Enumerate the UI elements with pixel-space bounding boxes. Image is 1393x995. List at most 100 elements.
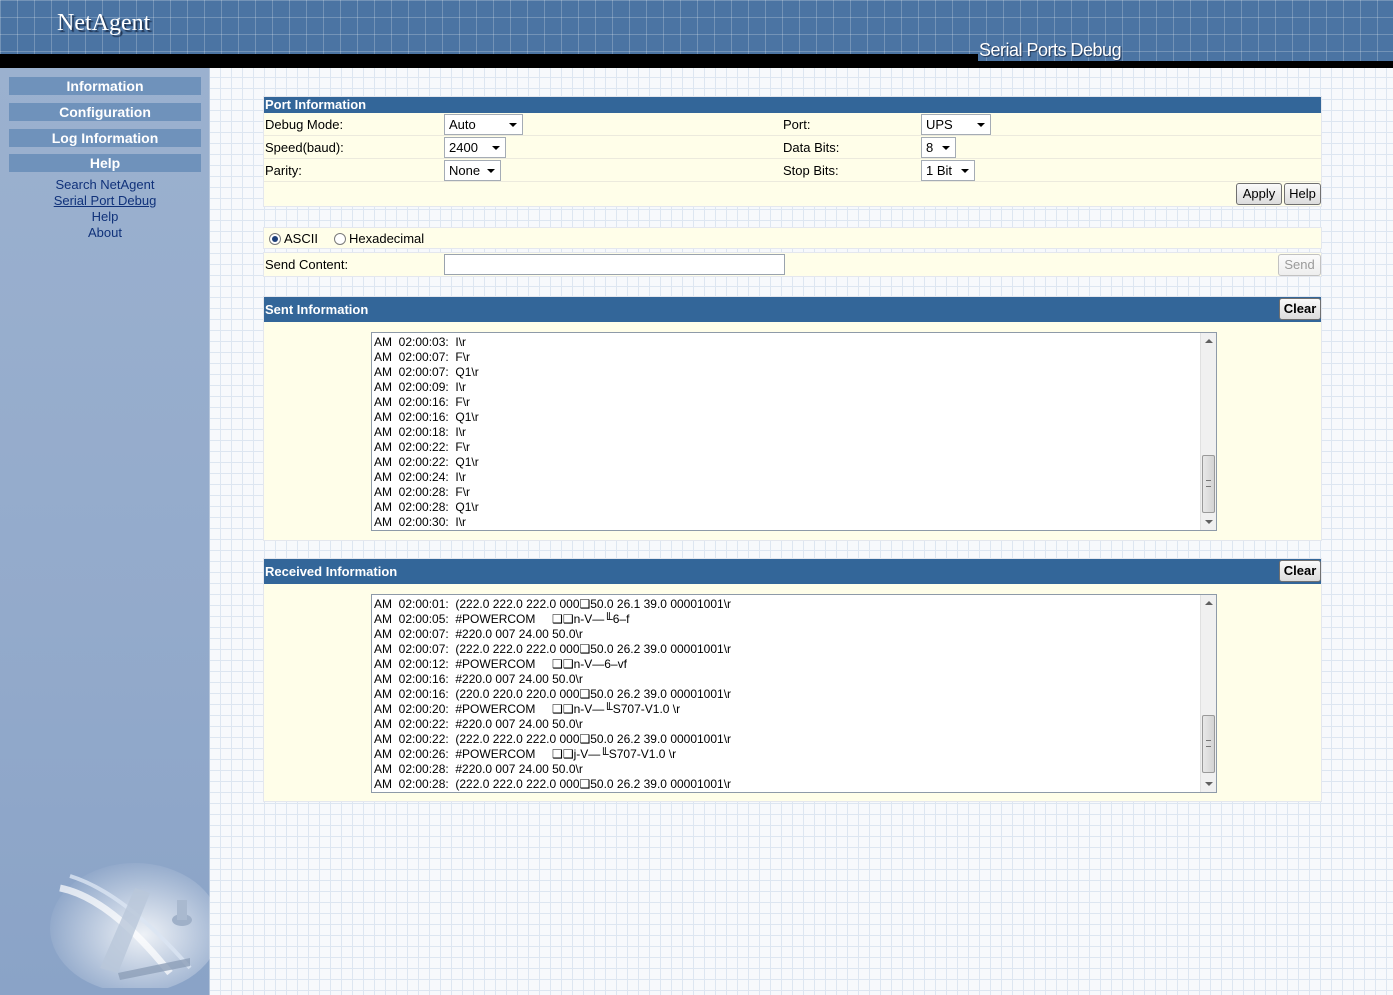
hexadecimal-radio[interactable] bbox=[334, 233, 346, 245]
sent-log-lines: AM 02:00:03: I\r AM 02:00:07: F\r AM 02:00… bbox=[374, 335, 1199, 530]
send-content-row: Send Content: Send bbox=[263, 252, 1322, 277]
received-log-line: AM 02:00:28: #220.0 007 24.00 50.0\r bbox=[374, 762, 583, 776]
debug-mode-label: Debug Mode: bbox=[265, 117, 344, 132]
submenu-search-netagent[interactable]: Search NetAgent bbox=[0, 177, 210, 193]
sent-log-line: AM 02:00:24: I\r bbox=[374, 470, 467, 484]
menu-help[interactable]: Help bbox=[9, 154, 201, 172]
netagent-logo: NetAgent bbox=[57, 10, 151, 36]
row-debug-mode: Debug Mode: Auto Port: UPS bbox=[264, 113, 1321, 136]
row-speed: Speed(baud): 2400 Data Bits: 8 bbox=[264, 136, 1321, 159]
debug-mode-select[interactable]: Auto bbox=[444, 114, 523, 135]
data-bits-value: 8 bbox=[926, 140, 934, 155]
apply-button[interactable]: Apply bbox=[1236, 183, 1282, 205]
menu-log-information[interactable]: Log Information bbox=[9, 129, 201, 147]
stop-bits-value: 1 Bit bbox=[926, 163, 953, 178]
scroll-thumb[interactable] bbox=[1202, 715, 1215, 773]
received-information-header: Received Information Clear bbox=[264, 559, 1321, 584]
debug-mode-value: Auto bbox=[449, 117, 476, 132]
speed-label: Speed(baud): bbox=[265, 140, 344, 155]
received-log-line: AM 02:00:22: #220.0 007 24.00 50.0\r bbox=[374, 717, 583, 731]
sent-information-header: Sent Information Clear bbox=[264, 297, 1321, 322]
submenu-serial-port-debug[interactable]: Serial Port Debug bbox=[0, 193, 210, 209]
received-log-lines: AM 02:00:01: (222.0 222.0 222.0 000❑50.0… bbox=[374, 597, 1199, 792]
sent-log-line: AM 02:00:07: Q1\r bbox=[374, 365, 479, 379]
page-header: NetAgent Serial Ports Debug bbox=[0, 0, 1393, 68]
received-log-line: AM 02:00:22: (222.0 222.0 222.0 000❑50.0… bbox=[374, 732, 732, 746]
received-log[interactable]: AM 02:00:01: (222.0 222.0 222.0 000❑50.0… bbox=[371, 594, 1217, 793]
data-bits-select[interactable]: 8 bbox=[921, 137, 956, 158]
send-content-label: Send Content: bbox=[265, 257, 349, 272]
sent-log-line: AM 02:00:28: F\r bbox=[374, 485, 471, 499]
scroll-thumb[interactable] bbox=[1202, 455, 1215, 513]
sent-information-panel: Sent Information Clear AM 02:00:03: I\r A… bbox=[263, 296, 1322, 541]
sent-log-line: AM 02:00:07: F\r bbox=[374, 350, 471, 364]
header-bar-right bbox=[978, 61, 1393, 68]
sent-log-line: AM 02:00:30: I\r bbox=[374, 515, 467, 529]
port-select[interactable]: UPS bbox=[921, 114, 991, 135]
received-log-line: AM 02:00:12: #POWERCOM ❑❑n-V—6–vf bbox=[374, 657, 627, 671]
parity-value: None bbox=[449, 163, 481, 178]
port-label: Port: bbox=[783, 117, 811, 132]
received-log-line: AM 02:00:20: #POWERCOM ❑❑n-V—╙S707-V1.0 … bbox=[374, 702, 681, 716]
send-mode-row: ASCII Hexadecimal bbox=[263, 227, 1322, 249]
sidebar: Information Configuration Log Informatio… bbox=[0, 68, 210, 995]
sent-clear-button[interactable]: Clear bbox=[1279, 298, 1321, 320]
sent-log-line: AM 02:00:16: F\r bbox=[374, 395, 471, 409]
speed-value: 2400 bbox=[449, 140, 478, 155]
help-submenu: Search NetAgent Serial Port Debug Help A… bbox=[0, 177, 210, 241]
submenu-help[interactable]: Help bbox=[0, 209, 210, 225]
port-value: UPS bbox=[926, 117, 953, 132]
sent-log-line: AM 02:00:18: I\r bbox=[374, 425, 467, 439]
scroll-down-icon[interactable] bbox=[1205, 520, 1213, 524]
decorative-laptop-illustration bbox=[50, 863, 210, 988]
speed-select[interactable]: 2400 bbox=[444, 137, 506, 158]
received-log-line: AM 02:00:28: (222.0 222.0 222.0 000❑50.0… bbox=[374, 777, 732, 791]
send-button[interactable]: Send bbox=[1278, 254, 1321, 276]
chevron-down-icon bbox=[977, 123, 985, 127]
ascii-radio[interactable] bbox=[269, 233, 281, 245]
received-log-scrollbar[interactable] bbox=[1200, 595, 1216, 792]
received-log-line: AM 02:00:05: #POWERCOM ❑❑n-V—╙6–f bbox=[374, 612, 630, 626]
data-bits-label: Data Bits: bbox=[783, 140, 840, 155]
received-log-line: AM 02:00:16: #220.0 007 24.00 50.0\r bbox=[374, 672, 583, 686]
received-log-line: AM 02:00:07: #220.0 007 24.00 50.0\r bbox=[374, 627, 583, 641]
chevron-down-icon bbox=[509, 123, 517, 127]
port-information-title: Port Information bbox=[264, 97, 1321, 113]
chevron-down-icon bbox=[961, 169, 969, 173]
received-log-line: AM 02:00:07: (222.0 222.0 222.0 000❑50.0… bbox=[374, 642, 732, 656]
sent-log-scrollbar[interactable] bbox=[1200, 333, 1216, 530]
sent-log-line: AM 02:00:09: I\r bbox=[374, 380, 467, 394]
send-content-input[interactable] bbox=[444, 254, 785, 275]
received-clear-button[interactable]: Clear bbox=[1279, 560, 1321, 582]
menu-configuration[interactable]: Configuration bbox=[9, 103, 201, 121]
scroll-up-icon[interactable] bbox=[1205, 339, 1213, 343]
sent-log-line: AM 02:00:16: Q1\r bbox=[374, 410, 479, 424]
scroll-down-icon[interactable] bbox=[1205, 782, 1213, 786]
sent-log[interactable]: AM 02:00:03: I\r AM 02:00:07: F\r AM 02:00… bbox=[371, 332, 1217, 531]
header-bar bbox=[0, 54, 978, 68]
received-information-title: Received Information bbox=[265, 564, 398, 579]
chevron-down-icon bbox=[942, 146, 950, 150]
sent-log-line: AM 02:00:22: F\r bbox=[374, 440, 471, 454]
received-log-line: AM 02:00:01: (222.0 222.0 222.0 000❑50.0… bbox=[374, 597, 732, 611]
chevron-down-icon bbox=[487, 169, 495, 173]
sent-log-line: AM 02:00:22: Q1\r bbox=[374, 455, 479, 469]
page-title: Serial Ports Debug bbox=[979, 40, 1122, 60]
received-log-line: AM 02:00:16: (220.0 220.0 220.0 000❑50.0… bbox=[374, 687, 732, 701]
submenu-about[interactable]: About bbox=[0, 225, 210, 241]
received-log-line: AM 02:00:26: #POWERCOM ❑❑j-V—╙S707-V1.0 … bbox=[374, 747, 677, 761]
sent-information-title: Sent Information bbox=[265, 302, 369, 317]
ascii-label: ASCII bbox=[284, 231, 318, 246]
sent-log-line: AM 02:00:03: I\r bbox=[374, 335, 467, 349]
scroll-up-icon[interactable] bbox=[1205, 601, 1213, 605]
received-information-panel: Received Information Clear AM 02:00:01: … bbox=[263, 558, 1322, 802]
help-button[interactable]: Help bbox=[1284, 183, 1321, 205]
parity-label: Parity: bbox=[265, 163, 302, 178]
parity-select[interactable]: None bbox=[444, 160, 501, 181]
stop-bits-select[interactable]: 1 Bit bbox=[921, 160, 975, 181]
port-information-panel: Port Information Debug Mode: Auto Port: … bbox=[263, 96, 1322, 207]
chevron-down-icon bbox=[492, 146, 500, 150]
menu-information[interactable]: Information bbox=[9, 77, 201, 95]
sent-log-line: AM 02:00:28: Q1\r bbox=[374, 500, 479, 514]
stop-bits-label: Stop Bits: bbox=[783, 163, 839, 178]
